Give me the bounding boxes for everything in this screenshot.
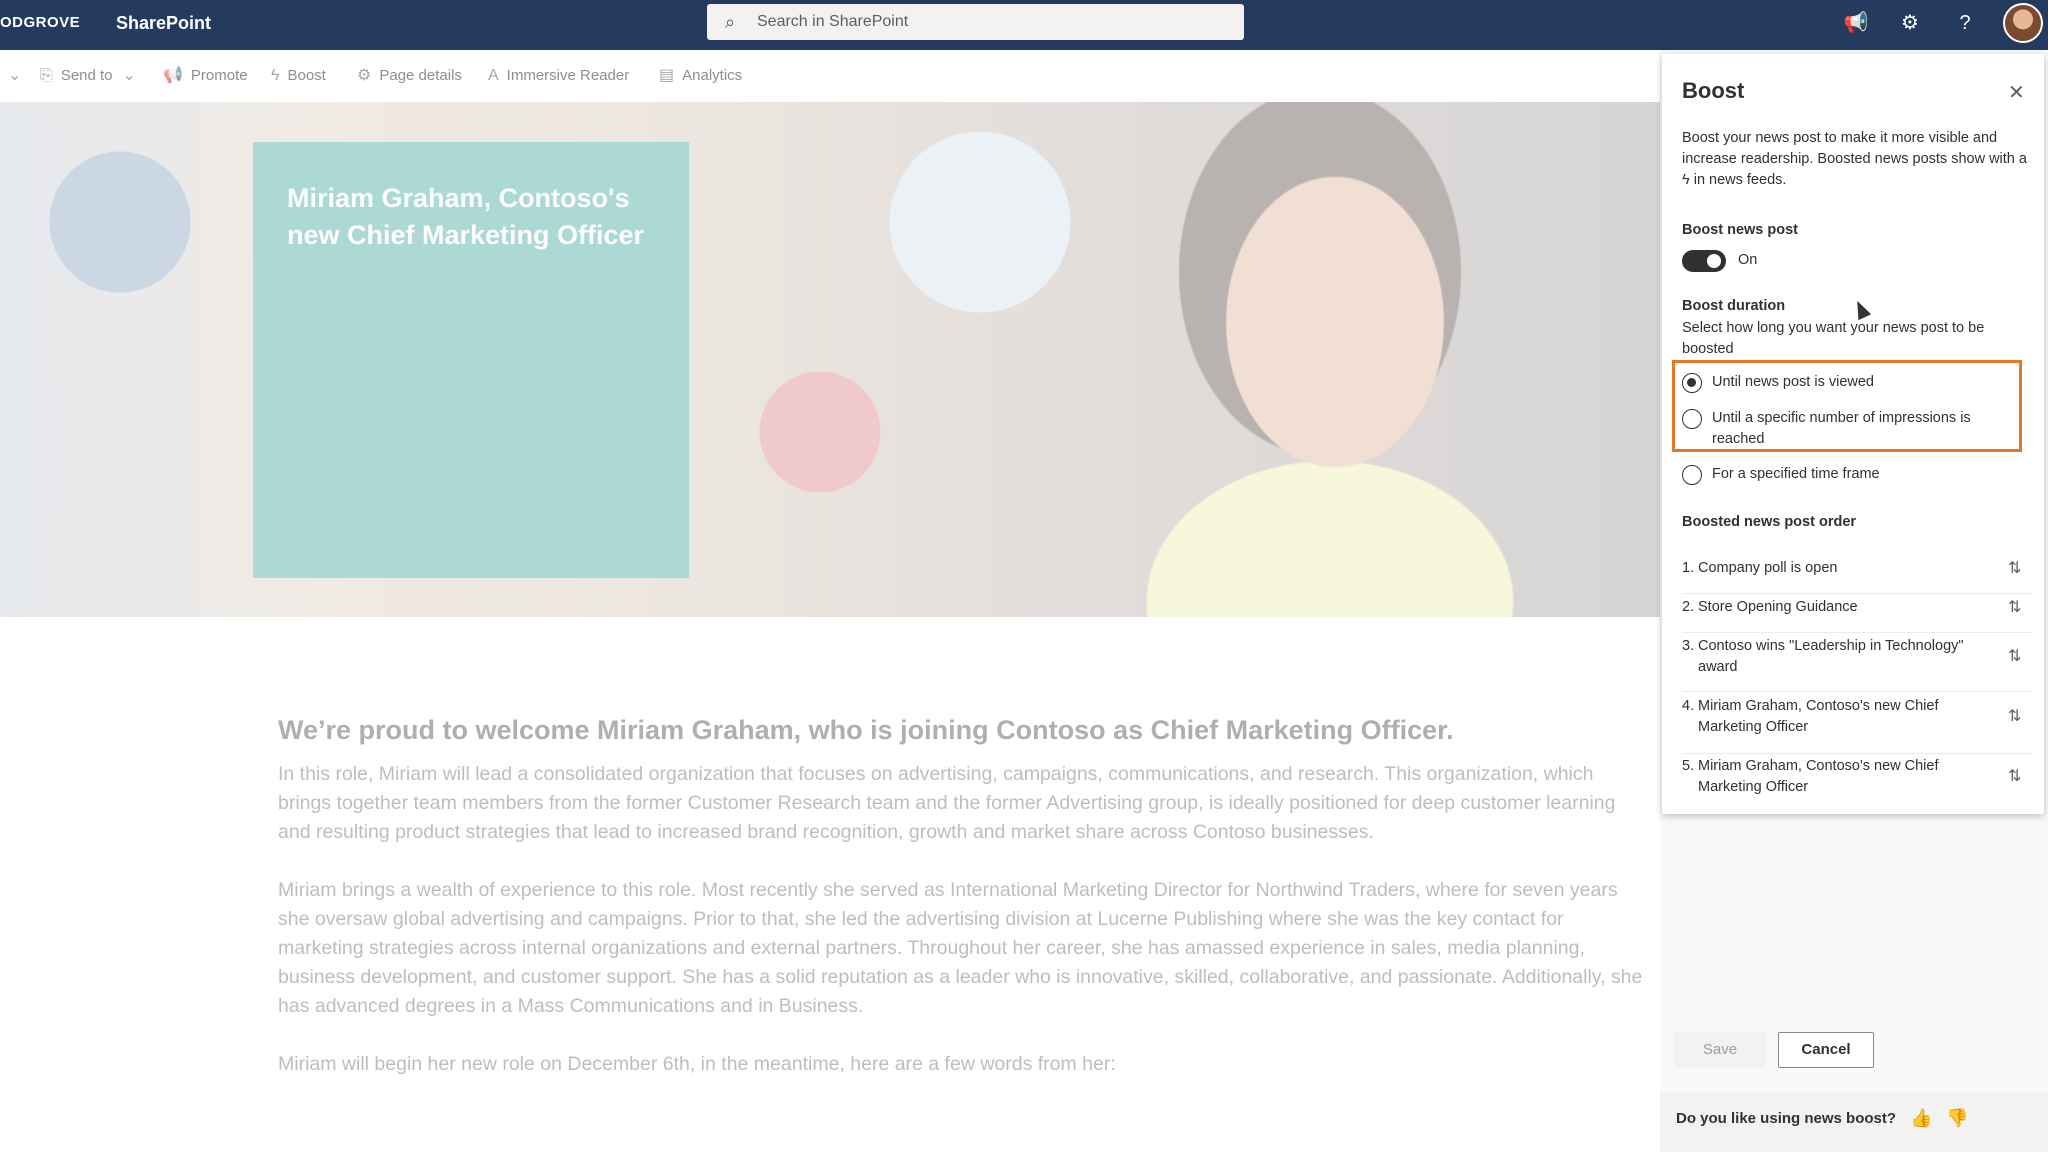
search-icon: ⌕ bbox=[725, 12, 736, 32]
reader-icon: A bbox=[488, 67, 499, 84]
radio-selected-icon bbox=[1682, 373, 1702, 393]
page-content: Miriam Graham, Contoso's new Chief Marke… bbox=[0, 102, 1660, 1152]
feedback-question: Do you like using news boost? bbox=[1676, 1110, 1897, 1127]
analytics-icon: ▤ bbox=[659, 67, 675, 84]
feedback-bar: Do you like using news boost? 👍 👎 bbox=[1660, 1092, 2048, 1152]
sort-icon[interactable]: ⇅ bbox=[2008, 597, 2021, 618]
boost-duration-description: Select how long you want your news post … bbox=[1682, 320, 1985, 357]
analytics-label: Analytics bbox=[682, 67, 743, 84]
help-icon[interactable]: ? bbox=[1945, 0, 1985, 46]
hero-title-box: Miriam Graham, Contoso's new Chief Marke… bbox=[253, 142, 689, 578]
article-paragraph: In this role, Miriam will lead a consoli… bbox=[278, 763, 1616, 843]
search-input[interactable]: ⌕ Search in SharePoint bbox=[707, 4, 1244, 40]
hero-title: Miriam Graham, Contoso's new Chief Marke… bbox=[287, 183, 645, 250]
gear-icon[interactable]: ⚙ bbox=[1890, 0, 1930, 46]
thumbs-down-icon[interactable]: 👎 bbox=[1946, 1108, 1968, 1129]
article-body: We’re proud to welcome Miriam Graham, wh… bbox=[278, 712, 1648, 1108]
article-heading: We’re proud to welcome Miriam Graham, wh… bbox=[278, 715, 1454, 745]
immersive-reader-button[interactable]: A Immersive Reader bbox=[488, 50, 629, 102]
megaphone-icon: 📢 bbox=[163, 67, 183, 84]
megaphone-icon[interactable]: 📢 bbox=[1836, 0, 1876, 46]
search-placeholder: Search in SharePoint bbox=[757, 13, 909, 30]
promote-button[interactable]: 📢 Promote bbox=[163, 50, 248, 102]
article-paragraph: Miriam brings a wealth of experience to … bbox=[278, 879, 1643, 1017]
save-button[interactable]: Save bbox=[1674, 1032, 1766, 1068]
chevron-down-icon: ⌄ bbox=[122, 67, 136, 84]
send-to-button[interactable]: ⎘ Send to ⌄ bbox=[40, 50, 144, 102]
toggle-state-label: On bbox=[1738, 252, 1758, 268]
boost-panel: Boost ✕ Boost your news post to make it … bbox=[1660, 50, 2048, 1152]
panel-title: Boost bbox=[1682, 78, 1745, 103]
panel-description: Boost your news post to make it more vis… bbox=[1682, 130, 2027, 188]
page-details-label: Page details bbox=[379, 67, 462, 84]
command-bar: ⌄ ⎘ Send to ⌄ 📢 Promote ϟ Boost ⚙ Page detail… bbox=[0, 50, 1660, 102]
boost-toggle[interactable] bbox=[1682, 250, 1726, 272]
radio-icon bbox=[1682, 409, 1702, 429]
sort-icon[interactable]: ⇅ bbox=[2008, 558, 2021, 579]
sort-icon[interactable]: ⇅ bbox=[2008, 706, 2021, 727]
lightning-icon: ϟ bbox=[1682, 172, 1690, 188]
radio-until-viewed[interactable]: Until news post is viewed bbox=[1682, 372, 2022, 393]
boosted-order-label: Boosted news post order bbox=[1682, 514, 1857, 530]
list-item[interactable]: 2. Store Opening Guidance ⇅ bbox=[1682, 597, 2032, 633]
analytics-button[interactable]: ▤ Analytics bbox=[659, 50, 742, 102]
list-item[interactable]: 1. Company poll is open ⇅ bbox=[1682, 558, 2032, 594]
suite-bar: ODGROVE SharePoint ⌕ Search in SharePoin… bbox=[0, 0, 2048, 50]
chevron-down-icon[interactable]: ⌄ bbox=[8, 50, 29, 102]
boost-duration-label: Boost duration bbox=[1682, 298, 1786, 314]
boost-news-post-label: Boost news post bbox=[1682, 222, 1799, 238]
article-paragraph: Miriam will begin her new role on Decemb… bbox=[278, 1053, 1116, 1075]
app-name[interactable]: SharePoint bbox=[116, 0, 211, 46]
sort-icon[interactable]: ⇅ bbox=[2008, 646, 2021, 667]
cancel-button[interactable]: Cancel bbox=[1778, 1032, 1874, 1068]
close-icon[interactable]: ✕ bbox=[2008, 80, 2025, 105]
send-to-label: Send to bbox=[60, 67, 113, 84]
send-icon: ⎘ bbox=[40, 67, 53, 84]
boost-label: Boost bbox=[287, 67, 326, 84]
list-item[interactable]: 4. Miriam Graham, Contoso's new Chief Ma… bbox=[1682, 696, 2032, 754]
lightning-icon: ϟ bbox=[271, 67, 280, 84]
page-details-button[interactable]: ⚙ Page details bbox=[357, 50, 462, 102]
radio-time-frame[interactable]: For a specified time frame bbox=[1682, 464, 2022, 485]
thumbs-up-icon[interactable]: 👍 bbox=[1910, 1108, 1932, 1129]
immersive-reader-label: Immersive Reader bbox=[506, 67, 630, 84]
promote-label: Promote bbox=[190, 67, 248, 84]
brand-logo[interactable]: ODGROVE bbox=[0, 0, 80, 50]
boost-panel-card: Boost ✕ Boost your news post to make it … bbox=[1662, 54, 2044, 814]
radio-impressions[interactable]: Until a specific number of impressions i… bbox=[1682, 408, 2022, 450]
list-item[interactable]: 3. Contoso wins "Leadership in Technolog… bbox=[1682, 636, 2032, 692]
list-item[interactable]: 5. Miriam Graham, Contoso's new Chief Ma… bbox=[1682, 756, 2032, 814]
sort-icon[interactable]: ⇅ bbox=[2008, 766, 2021, 787]
avatar[interactable] bbox=[2003, 3, 2043, 43]
radio-icon bbox=[1682, 465, 1702, 485]
boost-button[interactable]: ϟ Boost bbox=[271, 50, 326, 102]
gear-icon: ⚙ bbox=[357, 67, 372, 84]
